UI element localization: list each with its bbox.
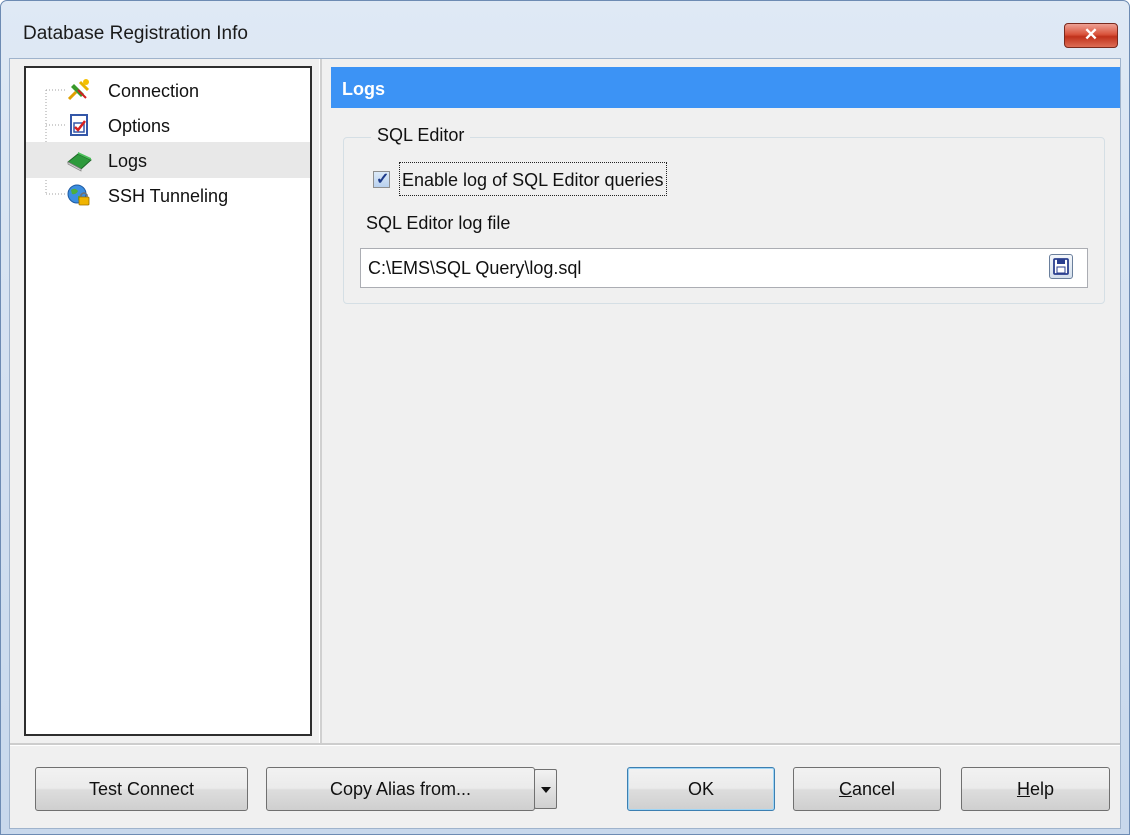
close-button[interactable]: ✕: [1064, 23, 1118, 48]
tree-item-label: Options: [108, 116, 171, 136]
dialog-client-area: Connection Options Logs SSH Tunneling Lo…: [9, 58, 1121, 829]
window-title: Database Registration Info: [23, 23, 248, 44]
copy-alias-dropdown-button[interactable]: [534, 769, 557, 809]
cancel-accelerator: C: [838, 779, 852, 799]
tree-item-logs[interactable]: Logs: [26, 142, 310, 178]
enable-log-label[interactable]: Enable log of SQL Editor queries: [399, 162, 667, 196]
ok-button[interactable]: OK: [627, 767, 775, 811]
close-icon: ✕: [1083, 25, 1099, 44]
enable-log-checkbox[interactable]: ✓: [373, 171, 390, 188]
cancel-label: ancel: [851, 779, 896, 799]
section-header-title: Logs: [342, 79, 385, 99]
log-file-label: SQL Editor log file: [366, 213, 511, 233]
help-label: elp: [1029, 779, 1055, 799]
chevron-down-icon: [541, 787, 551, 793]
plug-icon: [67, 79, 90, 101]
checklist-icon: [70, 114, 88, 136]
copy-alias-button[interactable]: Copy Alias from...: [266, 767, 535, 811]
checkmark-icon: ✓: [376, 171, 390, 188]
section-header: Logs: [331, 67, 1120, 108]
cancel-button[interactable]: Cancel: [793, 767, 941, 811]
floppy-disk-icon: [1053, 258, 1069, 275]
log-file-input[interactable]: [360, 248, 1088, 288]
navigation-tree[interactable]: Connection Options Logs SSH Tunneling: [24, 66, 312, 736]
panel-splitter[interactable]: [319, 59, 322, 743]
test-connect-button[interactable]: Test Connect: [35, 767, 248, 811]
bottom-separator: [10, 743, 1120, 746]
group-title: SQL Editor: [371, 125, 471, 146]
dialog-window: Database Registration Info ✕ Connection …: [0, 0, 1130, 835]
globe-lock-icon: [67, 184, 90, 206]
title-bar[interactable]: Database Registration Info ✕: [1, 1, 1129, 59]
book-icon: [67, 152, 92, 172]
help-button[interactable]: Help: [961, 767, 1110, 811]
tree-item-options[interactable]: Options: [26, 107, 310, 143]
tree-item-label: Connection: [108, 81, 200, 101]
tree-item-ssh-tunneling[interactable]: SSH Tunneling: [26, 177, 310, 213]
help-accelerator: H: [1016, 779, 1030, 799]
tree-item-label: Logs: [108, 151, 148, 171]
tree-item-connection[interactable]: Connection: [26, 72, 310, 108]
save-file-button[interactable]: [1049, 254, 1073, 279]
tree-item-label: SSH Tunneling: [108, 186, 229, 206]
